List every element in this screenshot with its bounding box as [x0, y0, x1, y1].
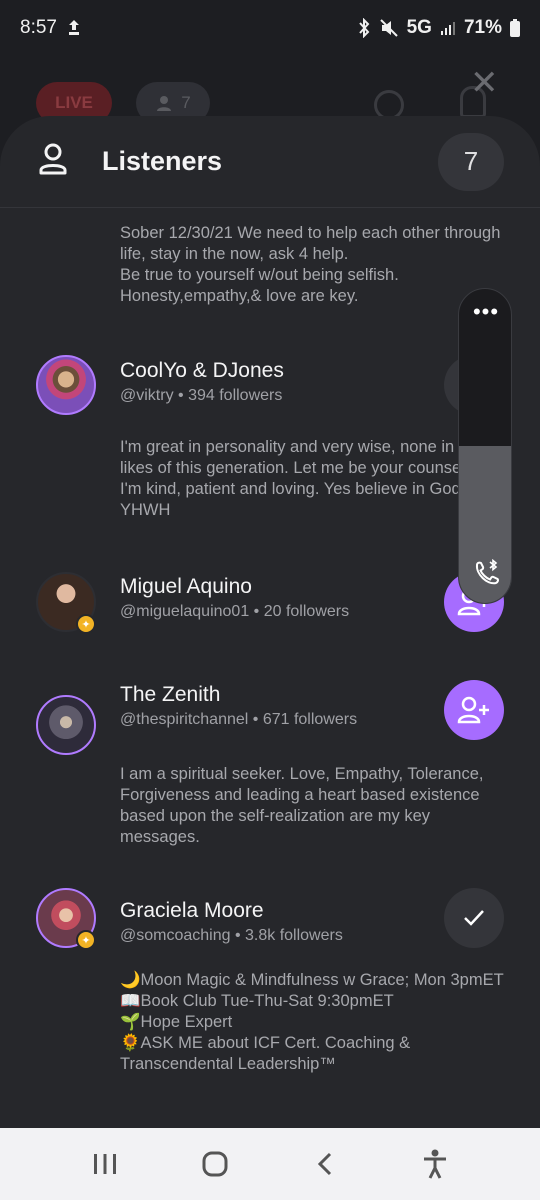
- recents-icon: [94, 1154, 116, 1174]
- listener-meta: @thespiritchannel • 671 followers: [120, 711, 357, 729]
- check-icon: [464, 910, 484, 926]
- network-type: 5G: [406, 17, 432, 38]
- listener-bio: Sober 12/30/21 We need to help each othe…: [120, 224, 501, 305]
- status-time: 8:57: [20, 17, 57, 38]
- signal-icon: [440, 20, 456, 36]
- listener-bio: I am a spiritual seeker. Love, Empathy, …: [120, 765, 484, 846]
- status-bar: 8:57 5G 71%: [0, 0, 540, 56]
- avatar[interactable]: [36, 695, 96, 755]
- listener-count-badge: 7: [438, 132, 504, 191]
- listener-handle: @miguelaquino01: [120, 603, 250, 620]
- listener-bio: 🌙Moon Magic & Mindfulness w Grace; Mon 3…: [120, 971, 504, 1073]
- listener-followers: 394 followers: [188, 387, 283, 404]
- accessibility-button[interactable]: [405, 1134, 465, 1194]
- bluetooth-icon: [357, 18, 371, 38]
- sheet-title: Listeners: [102, 146, 223, 176]
- star-icon: ✦: [76, 614, 96, 634]
- listener-name[interactable]: Miguel Aquino: [120, 575, 252, 599]
- listener-meta: @somcoaching • 3.8k followers: [120, 927, 343, 945]
- person-icon: [38, 143, 68, 180]
- room-count-value: 7: [181, 93, 191, 112]
- accessibility-icon: [424, 1149, 446, 1179]
- bluetooth-volume-panel[interactable]: •••: [458, 288, 512, 604]
- listener-handle: @thespiritchannel: [120, 711, 249, 728]
- battery-icon: [510, 19, 520, 37]
- listener-handle: @viktry: [120, 387, 174, 404]
- back-button[interactable]: [295, 1134, 355, 1194]
- listener-followers: 671 followers: [262, 711, 358, 728]
- listener-meta: @viktry • 394 followers: [120, 387, 282, 405]
- meta-separator: •: [173, 387, 189, 404]
- bluetooth-call-icon[interactable]: [472, 559, 502, 589]
- follow-button[interactable]: [444, 680, 504, 740]
- listener-name[interactable]: The Zenith: [120, 683, 220, 707]
- navigation-bar: [0, 1128, 540, 1200]
- listener-bio: I'm great in personality and very wise, …: [120, 438, 487, 519]
- listener-meta: @miguelaquino01 • 20 followers: [120, 603, 349, 621]
- back-icon: [317, 1152, 332, 1176]
- close-icon[interactable]: ✕: [470, 66, 499, 100]
- sync-icon: [67, 19, 81, 37]
- listener-followers: 3.8k followers: [245, 927, 343, 944]
- listener-name[interactable]: Graciela Moore: [120, 899, 264, 923]
- battery-percent: 71%: [463, 17, 502, 38]
- listeners-sheet: Listeners 7 Sober 12/30/21 We need to he…: [0, 116, 540, 1128]
- home-button[interactable]: [185, 1134, 245, 1194]
- following-button[interactable]: [444, 888, 504, 948]
- listener-handle: @somcoaching: [120, 927, 231, 944]
- mute-icon: [379, 18, 399, 38]
- home-icon: [202, 1151, 228, 1177]
- listener-name[interactable]: CoolYo & DJones: [120, 359, 284, 383]
- listener-followers: 20 followers: [263, 603, 350, 620]
- more-options-button[interactable]: •••: [459, 301, 511, 323]
- person-icon: [157, 96, 172, 111]
- sheet-header: Listeners 7: [0, 116, 540, 208]
- avatar[interactable]: [36, 355, 96, 415]
- star-icon: ✦: [76, 930, 96, 950]
- meta-separator: •: [248, 711, 263, 728]
- add-user-icon: [457, 696, 489, 724]
- recents-button[interactable]: [75, 1134, 135, 1194]
- meta-separator: •: [230, 927, 246, 944]
- meta-separator: •: [249, 603, 264, 620]
